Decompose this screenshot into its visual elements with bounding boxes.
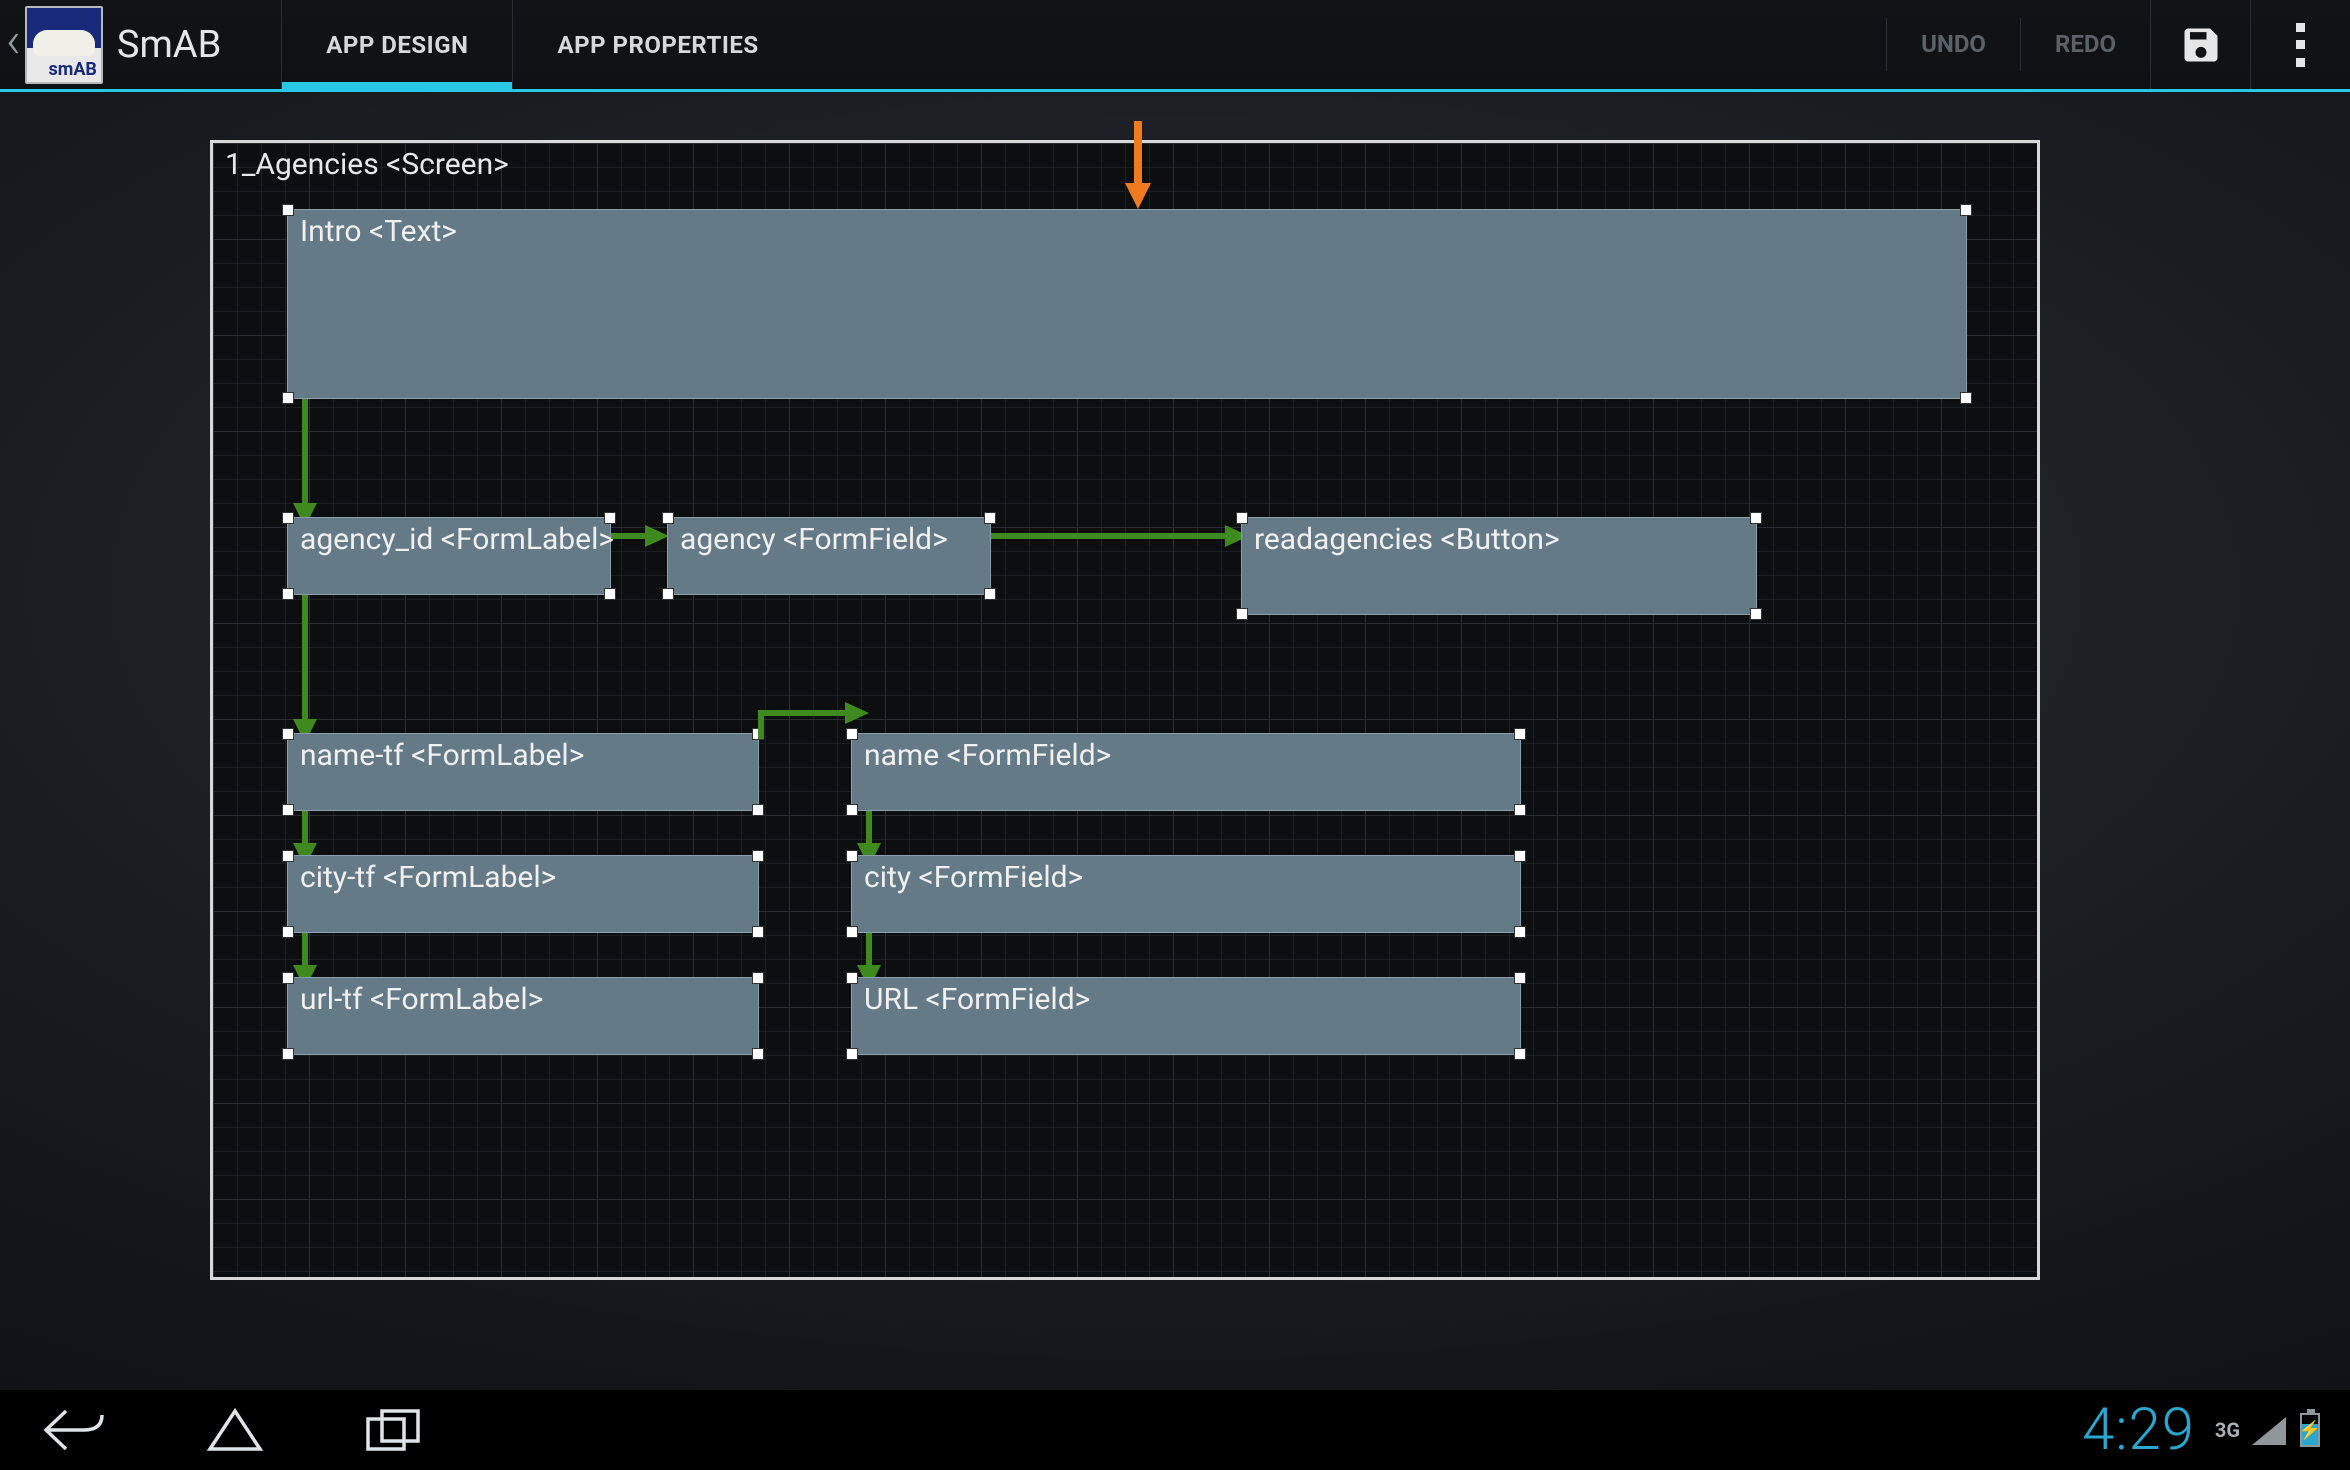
overflow-menu-button[interactable] — [2250, 0, 2350, 89]
system-nav-bar: 4:29 3G ⚡ — [0, 1390, 2350, 1470]
entry-arrow-icon — [1123, 121, 1153, 211]
node-intro-text[interactable]: Intro <Text> — [287, 209, 1967, 399]
app-icon-text: smAB — [48, 59, 96, 80]
flow-arrow-icon — [611, 521, 671, 551]
action-bar: ‹ smAB SmAB APP DESIGN APP PROPERTIES UN… — [0, 0, 2350, 92]
design-canvas[interactable]: 1_Agencies <Screen> Intro <Text> agency_… — [210, 140, 2040, 1280]
tab-app-design[interactable]: APP DESIGN — [281, 0, 512, 89]
recent-apps-icon — [360, 1405, 430, 1455]
node-city-formfield[interactable]: city <FormField> — [851, 855, 1521, 933]
screen-node-label: 1_Agencies <Screen> — [225, 147, 509, 182]
nav-recent-button[interactable] — [350, 1403, 440, 1457]
node-label: city <FormField> — [864, 860, 1083, 895]
tab-app-properties[interactable]: APP PROPERTIES — [512, 0, 802, 89]
nav-home-button[interactable] — [190, 1403, 280, 1457]
tab-label: APP DESIGN — [326, 31, 468, 59]
tab-label: APP PROPERTIES — [557, 31, 758, 59]
node-label: readagencies <Button> — [1254, 522, 1560, 557]
node-agency-formfield[interactable]: agency <FormField> — [667, 517, 991, 595]
node-label: city-tf <FormLabel> — [300, 860, 556, 895]
undo-button[interactable]: UNDO — [1886, 18, 2020, 71]
node-label: agency <FormField> — [680, 522, 948, 557]
node-url-tf-formlabel[interactable]: url-tf <FormLabel> — [287, 977, 759, 1055]
node-url-formfield[interactable]: URL <FormField> — [851, 977, 1521, 1055]
flow-arrow-icon — [991, 521, 1251, 551]
node-label: agency_id <FormLabel> — [300, 522, 614, 557]
flow-arrow-icon — [289, 595, 329, 745]
flow-arrow-icon — [289, 399, 329, 529]
node-label: Intro <Text> — [300, 214, 457, 249]
node-readagencies-button[interactable]: readagencies <Button> — [1241, 517, 1757, 615]
tabs: APP DESIGN APP PROPERTIES — [281, 0, 802, 89]
redo-label: REDO — [2055, 30, 2116, 58]
status-icons: 3G ⚡ — [2215, 1413, 2320, 1447]
node-name-tf-formlabel[interactable]: name-tf <FormLabel> — [287, 733, 759, 811]
battery-icon: ⚡ — [2300, 1413, 2320, 1447]
signal-icon — [2252, 1415, 2288, 1445]
node-label: name <FormField> — [864, 738, 1111, 773]
app-title: SmAB — [117, 23, 221, 67]
node-city-tf-formlabel[interactable]: city-tf <FormLabel> — [287, 855, 759, 933]
node-agency-id-formlabel[interactable]: agency_id <FormLabel> — [287, 517, 611, 595]
back-arrow-icon — [40, 1405, 110, 1455]
save-icon — [2179, 23, 2223, 67]
save-button[interactable] — [2150, 0, 2250, 89]
home-icon — [200, 1405, 270, 1455]
network-type-label: 3G — [2215, 1418, 2240, 1442]
redo-button[interactable]: REDO — [2020, 18, 2150, 71]
node-label: name-tf <FormLabel> — [300, 738, 584, 773]
overflow-icon — [2296, 23, 2306, 67]
status-clock: 4:29 — [2082, 1396, 2195, 1464]
nav-back-button[interactable] — [30, 1403, 120, 1457]
node-label: URL <FormField> — [864, 982, 1090, 1017]
node-label: url-tf <FormLabel> — [300, 982, 543, 1017]
node-name-formfield[interactable]: name <FormField> — [851, 733, 1521, 811]
back-icon[interactable]: ‹ — [6, 16, 25, 74]
undo-label: UNDO — [1921, 30, 1986, 58]
app-icon[interactable]: smAB — [25, 6, 103, 84]
